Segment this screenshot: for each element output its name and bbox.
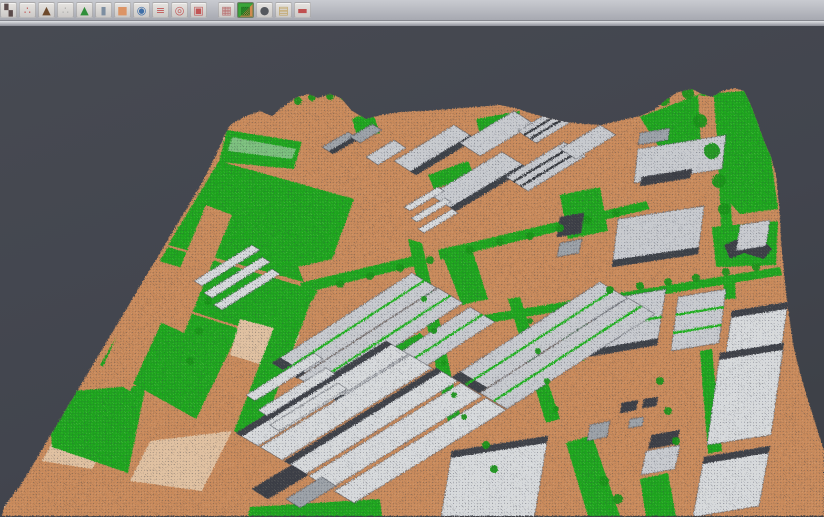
bounds-icon[interactable]: ▣ xyxy=(190,2,207,18)
app-window: { "toolbar": { "icons": [ {"name":"regis… xyxy=(0,0,824,517)
classification-icon[interactable]: ▩ xyxy=(237,2,254,18)
glyph: ▚ xyxy=(4,5,12,16)
toolbar: ▚ ∴ ▲ ∴ ▲ ▮ ■ ◉ ≡ ◎ ▣ ▦ ▩ ● ▤ ▬ xyxy=(0,0,824,21)
ruler-icon[interactable]: ▬ xyxy=(294,2,311,18)
globe-icon[interactable]: ◉ xyxy=(133,2,150,18)
pick-point-icon[interactable]: ∴ xyxy=(57,2,74,18)
surface-icon[interactable]: ▲ xyxy=(76,2,93,18)
glyph: ∴ xyxy=(24,5,31,16)
glyph: ■ xyxy=(117,5,127,16)
glyph: ≡ xyxy=(156,5,165,16)
glyph: ▩ xyxy=(240,5,250,16)
glyph: ▦ xyxy=(221,5,231,16)
contours-icon[interactable]: ≡ xyxy=(152,2,169,18)
orthophoto-icon[interactable]: ■ xyxy=(114,2,131,18)
snapshot-icon[interactable]: ● xyxy=(256,2,273,18)
raster-icon[interactable]: ▦ xyxy=(218,2,235,18)
align-points-icon[interactable]: ∴ xyxy=(19,2,36,18)
target-icon[interactable]: ◎ xyxy=(171,2,188,18)
terrain-model-icon[interactable]: ▲ xyxy=(38,2,55,18)
point-sampling-texture xyxy=(0,26,824,517)
glyph: ▬ xyxy=(297,5,307,16)
glyph: ▤ xyxy=(278,5,288,16)
glyph: ▮ xyxy=(100,5,106,16)
profile-icon[interactable]: ▮ xyxy=(95,2,112,18)
glyph: ▲ xyxy=(42,5,50,16)
glyph: ◎ xyxy=(175,5,185,16)
export-icon[interactable]: ▤ xyxy=(275,2,292,18)
glyph: ∴ xyxy=(62,5,69,16)
point-cloud-render xyxy=(0,26,824,517)
glyph: ● xyxy=(260,5,270,16)
classified-point-cloud xyxy=(0,26,824,517)
glyph: ▲ xyxy=(80,5,88,16)
registration-icon[interactable]: ▚ xyxy=(0,2,17,18)
viewport-3d[interactable] xyxy=(0,26,824,517)
glyph: ◉ xyxy=(137,5,147,16)
glyph: ▣ xyxy=(193,5,203,16)
